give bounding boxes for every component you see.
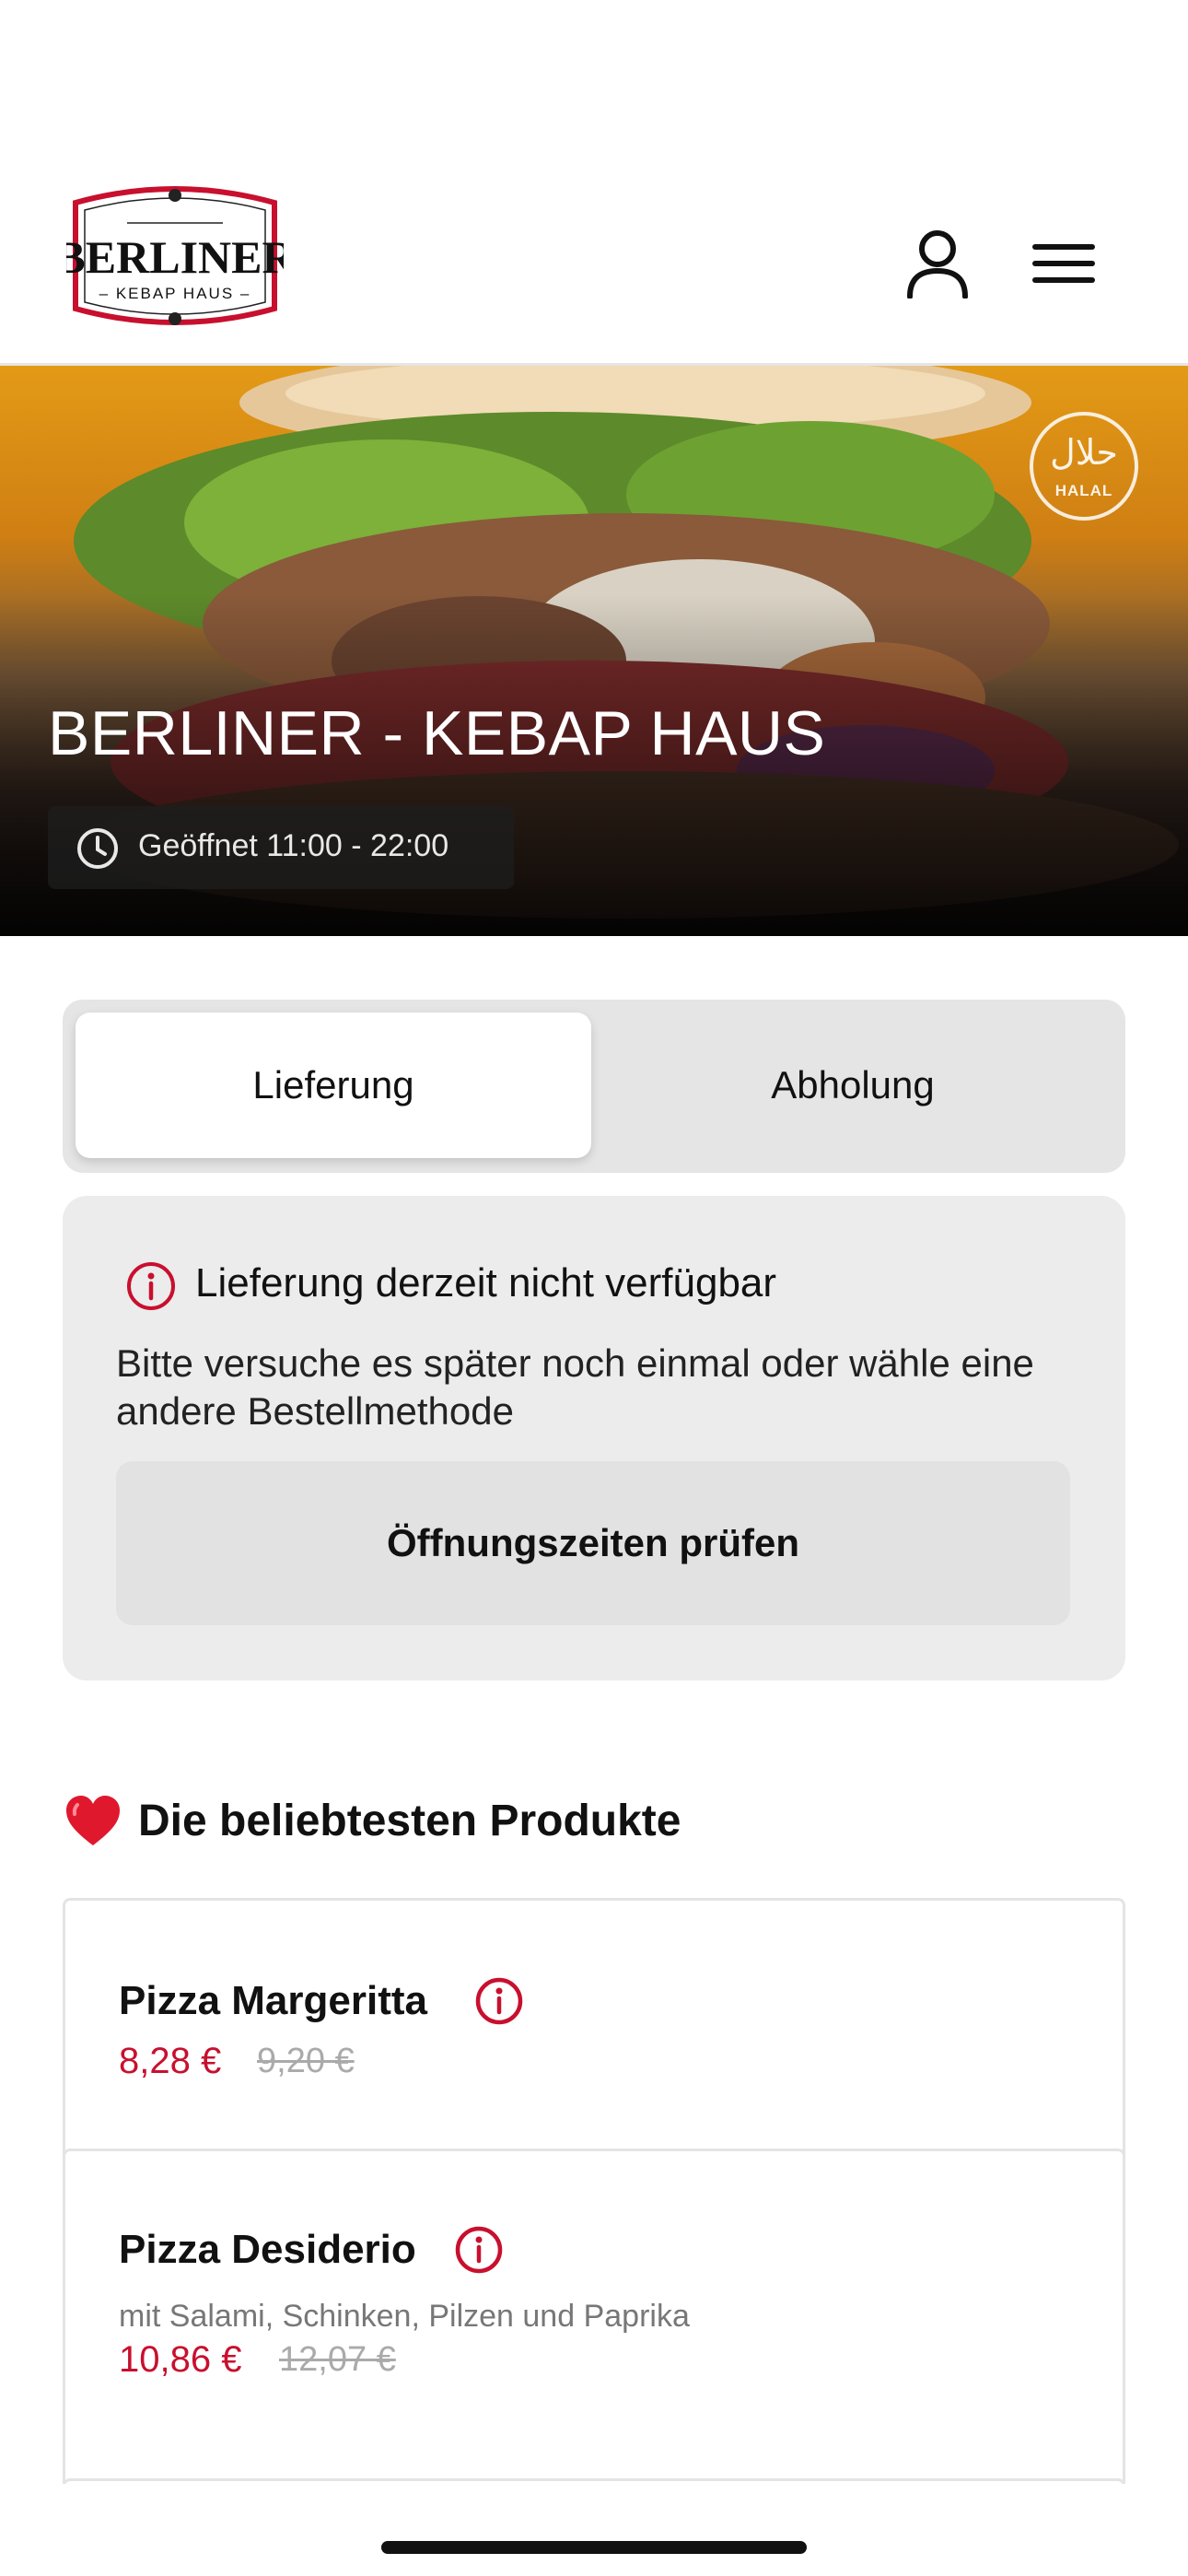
product-description: mit Salami, Schinken, Pilzen und Paprika: [119, 2299, 690, 2334]
info-icon[interactable]: [454, 2225, 504, 2275]
product-card[interactable]: Pizza Desiderio mit Salami, Schinken, Pi…: [63, 2149, 1125, 2484]
product-card[interactable]: [63, 2478, 1125, 2484]
opening-hours-text: Geöffnet 11:00 - 22:00: [138, 828, 449, 863]
hero-banner: حلال HALAL BERLINER - KEBAP HAUS Geöffne…: [0, 366, 1188, 936]
product-card[interactable]: Pizza Margeritta 8,28 € 9,20 €: [63, 1898, 1125, 2165]
halal-arabic-text: حلال: [1050, 432, 1118, 473]
restaurant-name: BERLINER - KEBAP HAUS: [48, 698, 826, 768]
app-header: BERLINER – KEBAP HAUS –: [0, 157, 1188, 366]
status-bar: [0, 0, 1188, 157]
logo-main-text: BERLINER: [66, 231, 284, 283]
notice-text: Bitte versuche es später noch einmal ode…: [116, 1341, 1034, 1433]
opening-hours-badge: Geöffnet 11:00 - 22:00: [48, 806, 514, 889]
order-mode-toggle: Lieferung Abholung: [63, 1000, 1125, 1173]
clock-icon: [77, 828, 118, 869]
info-icon: [127, 1262, 175, 1310]
tab-pickup[interactable]: Abholung: [595, 1013, 1111, 1158]
user-icon[interactable]: [904, 228, 971, 299]
product-name: Pizza Margeritta: [119, 1978, 427, 2023]
notice-title: Lieferung derzeit nicht verfügbar: [195, 1260, 777, 1306]
halal-latin-text: HALAL: [1054, 482, 1113, 499]
delivery-unavailable-notice: Lieferung derzeit nicht verfügbar Bitte …: [63, 1196, 1125, 1680]
hamburger-menu-icon[interactable]: [1031, 241, 1096, 286]
product-price: 8,28 €: [119, 2041, 222, 2081]
info-icon[interactable]: [474, 1976, 524, 2026]
home-indicator: [381, 2541, 807, 2554]
product-list: Pizza Margeritta 8,28 € 9,20 € Pizza Des…: [63, 1898, 1125, 2484]
product-old-price: 12,07 €: [279, 2340, 396, 2379]
product-price: 10,86 €: [119, 2339, 242, 2380]
popular-products-title: Die beliebtesten Produkte: [138, 1796, 681, 1845]
product-old-price: 9,20 €: [257, 2042, 355, 2080]
popular-products-heading: Die beliebtesten Produkte: [64, 1791, 681, 1850]
logo-sub-text: – KEBAP HAUS –: [99, 285, 251, 302]
restaurant-logo[interactable]: BERLINER – KEBAP HAUS –: [54, 184, 296, 332]
product-name: Pizza Desiderio: [119, 2227, 416, 2272]
check-opening-hours-button[interactable]: Öffnungszeiten prüfen: [116, 1461, 1070, 1625]
heart-icon: [66, 1796, 120, 1845]
halal-badge: حلال HALAL: [1030, 412, 1138, 521]
tab-delivery[interactable]: Lieferung: [76, 1013, 591, 1158]
